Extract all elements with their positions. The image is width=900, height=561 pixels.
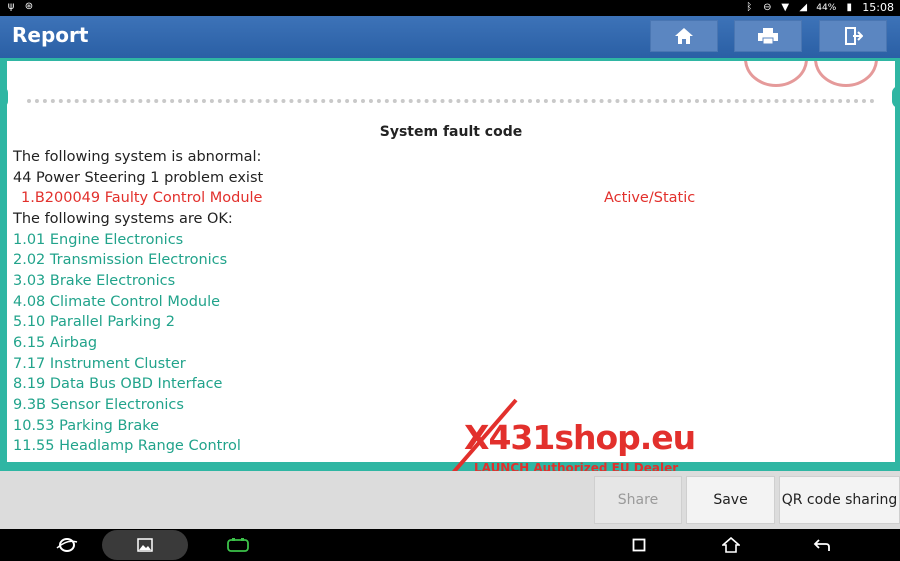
ok-system-item: 9.3B Sensor Electronics [13,397,184,413]
printer-icon [758,28,778,45]
ok-intro: The following systems are OK: [13,211,233,227]
ok-system-item: 6.15 Airbag [13,335,98,351]
ok-system-item: 1.01 Engine Electronics [13,232,184,248]
ok-system-item: 10.53 Parking Brake [13,418,160,434]
watermark-logo: X431shop.eu LAUNCH Authorized EU Dealer [446,398,696,478]
browser-icon[interactable] [55,534,79,556]
back-icon[interactable] [810,534,834,556]
fault-code: 1.B200049 Faulty Control Module [21,190,263,206]
ok-system-item: 3.03 Brake Electronics [13,273,176,289]
card-notch-left [0,86,8,108]
vci-icon[interactable] [226,534,250,556]
print-button[interactable] [734,20,802,52]
logo-text: X431shop.eu [464,418,696,457]
abnormal-system: 44 Power Steering 1 problem exist [13,170,264,186]
ok-system-item: 11.55 Headlamp Range Control [13,438,241,454]
do-not-disturb-icon: ⊖ [763,1,772,13]
action-bar: Share Save QR code sharing [0,471,900,529]
home-button[interactable] [650,20,718,52]
status-bar: ψ ⊛ ᛒ ⊖ ▼ ◢ 44% ▮ 15:08 [0,0,900,16]
notification-icon: ⊛ [24,1,34,12]
exit-button[interactable] [819,20,887,52]
stamp-decoration [744,61,808,87]
recents-icon[interactable] [627,534,651,556]
battery-icon: ▮ [846,1,853,13]
bluetooth-icon: ᛒ [746,1,753,13]
page-title: Report [12,23,89,47]
gallery-icon[interactable] [133,534,157,556]
share-button[interactable]: Share [594,476,682,524]
ok-system-item: 2.02 Transmission Electronics [13,252,228,268]
clock: 15:08 [862,1,894,14]
ok-system-item: 7.17 Instrument Cluster [13,356,186,372]
app-bar: Report [0,16,900,58]
abnormal-intro: The following system is abnormal: [13,149,262,165]
qr-code-sharing-button[interactable]: QR code sharing [779,476,900,524]
home-icon [675,28,693,44]
navigation-bar [0,529,900,561]
home-nav-icon[interactable] [719,534,743,556]
perforation-divider [27,99,875,107]
card-notch-right [892,86,900,108]
signal-icon: ◢ [799,1,808,13]
save-button[interactable]: Save [686,476,775,524]
usb-icon: ψ [7,1,15,12]
ok-system-item: 8.19 Data Bus OBD Interface [13,376,223,392]
fault-status: Active/Static [604,190,696,206]
report-heading: System fault code [379,124,523,140]
battery-level: 44% [816,2,837,13]
exit-icon [845,27,863,45]
ok-system-item: 4.08 Climate Control Module [13,294,221,310]
stamp-decoration [814,61,878,87]
ok-system-item: 5.10 Parallel Parking 2 [13,314,175,330]
wifi-icon: ▼ [781,1,790,13]
